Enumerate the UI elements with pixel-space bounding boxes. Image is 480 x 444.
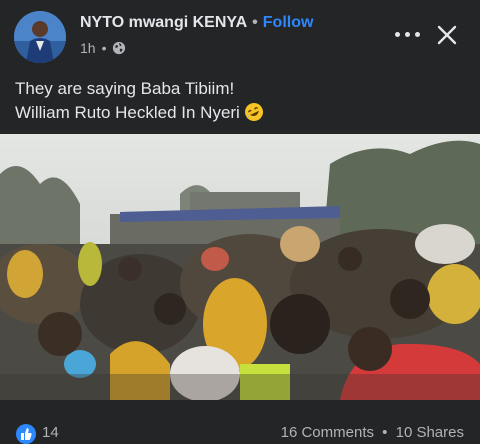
- close-icon[interactable]: [436, 24, 458, 46]
- engagement-separator: •: [382, 424, 388, 441]
- globe-icon: [112, 41, 126, 55]
- follow-button[interactable]: Follow: [263, 14, 314, 31]
- caption-line-2-wrap: William Ruto Heckled In Nyeri: [15, 101, 264, 125]
- caption-line-1: They are saying Baba Tibiim!: [15, 79, 235, 98]
- more-options-icon[interactable]: [395, 24, 421, 44]
- author-line: NYTO mwangi KENYA • Follow: [80, 14, 313, 32]
- post-meta: 1h •: [80, 40, 126, 56]
- video-frame: [0, 134, 480, 400]
- post-caption: They are saying Baba Tibiim! William Rut…: [15, 77, 264, 125]
- avatar[interactable]: [14, 11, 66, 63]
- video-player[interactable]: [0, 134, 480, 400]
- author-name[interactable]: NYTO mwangi KENYA: [80, 14, 247, 31]
- caption-line-2: William Ruto Heckled In Nyeri: [15, 103, 240, 122]
- engagement-stats: 16 Comments • 10 Shares: [281, 424, 464, 441]
- like-reaction-icon[interactable]: [16, 424, 36, 444]
- meta-separator: •: [101, 40, 107, 56]
- comments-count[interactable]: 16 Comments: [281, 424, 374, 441]
- timestamp[interactable]: 1h: [80, 40, 96, 56]
- shares-count[interactable]: 10 Shares: [396, 424, 464, 441]
- separator-dot: •: [252, 14, 258, 31]
- post-header: NYTO mwangi KENYA • Follow 1h •: [0, 0, 480, 70]
- post-footer: 14 16 Comments • 10 Shares: [0, 400, 480, 444]
- rolling-on-floor-laughing-icon: [244, 102, 264, 122]
- like-count[interactable]: 14: [42, 424, 59, 441]
